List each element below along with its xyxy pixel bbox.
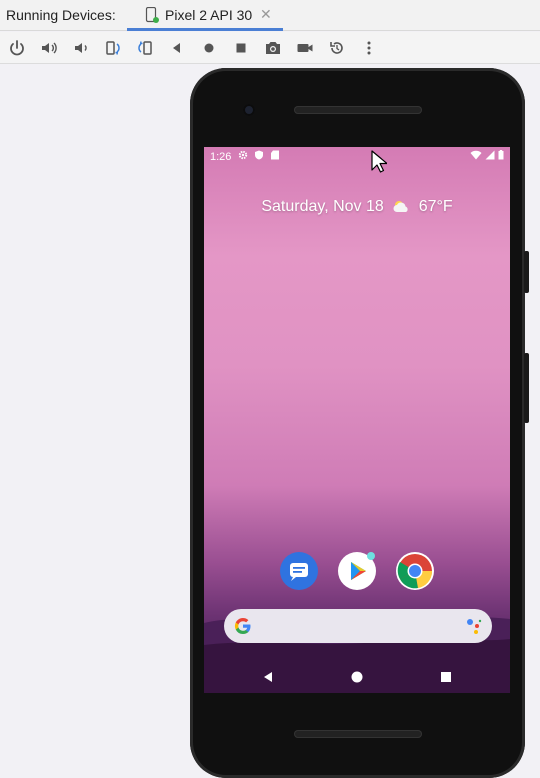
running-devices-tabbar: Running Devices: Pixel 2 API 30 ✕ [0, 0, 540, 31]
status-time: 1:26 [210, 151, 232, 163]
status-notification-icons [238, 150, 280, 160]
navigation-bar [204, 663, 510, 693]
emulator-toolbar [0, 32, 540, 64]
google-g-icon [234, 617, 251, 635]
device-icon [145, 6, 159, 23]
volume-up-icon[interactable] [39, 38, 59, 58]
rotate-left-icon[interactable] [103, 38, 123, 58]
status-system-icons [470, 150, 504, 160]
top-speaker [294, 106, 422, 114]
shield-icon [255, 150, 263, 160]
wifi-icon [470, 150, 482, 160]
chrome-app-icon[interactable] [396, 552, 434, 590]
app-dock [204, 552, 510, 592]
battery-icon [498, 150, 504, 160]
record-icon[interactable] [295, 38, 315, 58]
volume-down-icon[interactable] [71, 38, 91, 58]
tab-pixel-2-api-30[interactable]: Pixel 2 API 30 ✕ [127, 0, 283, 31]
status-bar: 1:26 [204, 147, 510, 167]
bottom-speaker [294, 730, 422, 738]
running-devices-label: Running Devices: [6, 7, 116, 23]
nav-overview-icon[interactable] [436, 667, 456, 687]
tab-title: Pixel 2 API 30 [165, 7, 253, 23]
at-a-glance-widget[interactable]: Saturday, Nov 18 67°F [204, 198, 510, 216]
signal-icon [485, 150, 495, 160]
power-side-button [524, 251, 529, 293]
front-camera [243, 104, 255, 116]
home-icon[interactable] [199, 38, 219, 58]
settings-icon [238, 150, 248, 160]
play-store-app-icon[interactable] [338, 552, 376, 590]
partly-cloudy-icon [393, 201, 408, 212]
reset-icon[interactable] [327, 38, 347, 58]
nav-home-icon[interactable] [347, 667, 367, 687]
nav-back-icon[interactable] [258, 667, 278, 687]
rotate-right-icon[interactable] [135, 38, 155, 58]
power-icon[interactable] [7, 38, 27, 58]
more-icon[interactable] [359, 38, 379, 58]
pixel-2-device-frame: 1:26 Saturday, Nov 18 67°F [190, 68, 529, 778]
close-icon[interactable]: ✕ [260, 6, 272, 23]
glance-date: Saturday, Nov 18 [261, 198, 384, 215]
messages-app-icon[interactable] [280, 552, 318, 590]
glance-temperature: 67°F [418, 198, 453, 215]
back-icon[interactable] [167, 38, 187, 58]
volume-side-button [524, 353, 529, 423]
camera-icon[interactable] [263, 38, 283, 58]
device-screen[interactable]: 1:26 Saturday, Nov 18 67°F [204, 147, 510, 693]
overview-icon[interactable] [231, 38, 251, 58]
sd-card-icon [271, 150, 279, 160]
mouse-cursor-icon [371, 150, 387, 173]
assistant-icon[interactable] [466, 617, 482, 635]
google-search-bar[interactable] [224, 609, 492, 643]
